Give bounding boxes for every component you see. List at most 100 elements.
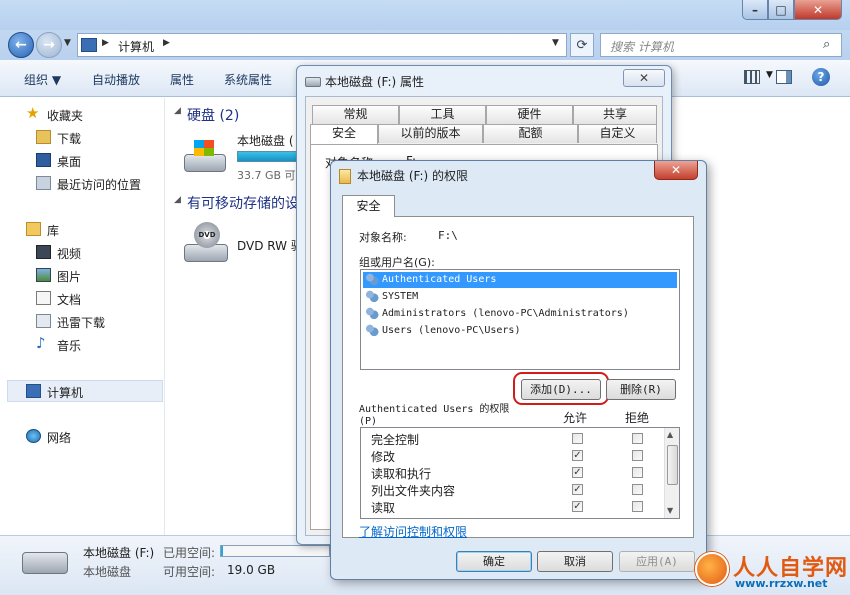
user-item-system[interactable]: SYSTEM <box>363 289 677 305</box>
watermark-logo <box>695 552 729 586</box>
allow-checkbox[interactable]: ✓ <box>572 484 583 495</box>
documents-icon <box>36 291 51 305</box>
drive-usage-bar <box>237 151 297 162</box>
system-properties-button[interactable]: 系统属性 <box>224 71 272 88</box>
drive-size: 33.7 GB 可 <box>237 169 296 182</box>
address-dropdown-icon[interactable]: ▼ <box>552 38 559 48</box>
deny-checkbox[interactable] <box>632 501 643 512</box>
tab-tools[interactable]: 工具 <box>399 105 486 124</box>
tab-security[interactable]: 安全 <box>310 124 378 145</box>
tab-hardware[interactable]: 硬件 <box>486 105 573 124</box>
allow-checkbox[interactable] <box>572 433 583 444</box>
user-group-icon <box>365 307 379 320</box>
allow-header: 允许 <box>563 411 588 425</box>
tab-previous-versions[interactable]: 以前的版本 <box>378 124 483 143</box>
sidebar-item-xunlei[interactable]: 迅雷下载 <box>0 311 163 333</box>
preview-pane-icon[interactable] <box>776 70 792 84</box>
sidebar-item-videos[interactable]: 视频 <box>0 242 163 264</box>
scrollbar[interactable]: ▲ ▼ <box>664 428 679 518</box>
deny-checkbox[interactable] <box>632 484 643 495</box>
user-name: Users (lenovo-PC\Users) <box>382 325 521 336</box>
change-view-icon[interactable] <box>744 70 760 84</box>
sidebar-item-libraries[interactable]: 库 <box>0 219 163 241</box>
permissions-for-label-line1: Authenticated Users 的权限 <box>359 404 510 415</box>
allow-checkbox[interactable]: ✓ <box>572 450 583 461</box>
sidebar-label: 桌面 <box>57 155 82 169</box>
sidebar-item-desktop[interactable]: 桌面 <box>0 150 163 172</box>
view-dropdown-icon[interactable]: ▼ <box>766 70 773 80</box>
allow-checkbox[interactable]: ✓ <box>572 467 583 478</box>
deny-checkbox[interactable] <box>632 467 643 478</box>
video-icon <box>36 245 51 259</box>
sidebar-item-favorites[interactable]: ★ 收藏夹 <box>0 104 163 126</box>
sidebar-item-recent[interactable]: 最近访问的位置 <box>0 173 163 195</box>
user-item-authenticated-users[interactable]: Authenticated Users <box>363 272 677 288</box>
help-icon[interactable]: ? <box>812 68 830 86</box>
permission-name: 读取和执行 <box>371 467 432 481</box>
properties-title-text: 本地磁盘 (F:) 属性 <box>325 75 425 89</box>
sidebar-item-documents[interactable]: 文档 <box>0 288 163 310</box>
user-item-administrators[interactable]: Administrators (lenovo-PC\Administrators… <box>363 306 677 322</box>
hard-drive-icon <box>305 76 321 87</box>
permissions-close-button[interactable]: ✕ <box>654 161 698 180</box>
breadcrumb-computer[interactable]: 计算机 <box>118 38 154 55</box>
allow-checkbox[interactable]: ✓ <box>572 501 583 512</box>
tab-quota[interactable]: 配额 <box>483 124 578 143</box>
cancel-button[interactable]: 取消 <box>537 551 613 572</box>
dvd-drive-name[interactable]: DVD RW 驱 <box>237 237 303 254</box>
ok-button[interactable]: 确定 <box>456 551 532 572</box>
deny-checkbox[interactable] <box>632 450 643 461</box>
forward-button[interactable]: → <box>36 32 62 58</box>
sidebar-item-pictures[interactable]: 图片 <box>0 265 163 287</box>
deny-header: 拒绝 <box>625 411 650 425</box>
watermark-url: www.rrzxw.net <box>735 577 828 590</box>
deny-checkbox[interactable] <box>632 433 643 444</box>
apply-button[interactable]: 应用(A) <box>619 551 695 572</box>
sidebar-label: 计算机 <box>47 386 84 400</box>
group-header-hdd[interactable]: 硬盘 (2) <box>187 105 239 125</box>
tab-security[interactable]: 安全 <box>342 195 395 217</box>
scroll-down-icon[interactable]: ▼ <box>667 506 673 515</box>
sidebar-item-downloads[interactable]: 下载 <box>0 127 163 149</box>
network-icon <box>26 429 41 443</box>
folder-icon <box>339 169 351 184</box>
maximize-button[interactable]: □ <box>768 0 794 20</box>
breadcrumb-arrow-icon[interactable]: ▶ <box>102 38 109 48</box>
organize-button[interactable]: 组织 ▼ <box>24 71 61 88</box>
refresh-button[interactable]: ⟳ <box>570 33 594 57</box>
close-button[interactable]: ✕ <box>794 0 842 20</box>
remove-button[interactable]: 删除(R) <box>606 379 676 400</box>
sidebar-item-network[interactable]: 网络 <box>0 426 163 448</box>
scroll-up-icon[interactable]: ▲ <box>667 430 673 439</box>
search-input[interactable]: 搜索 计算机 ⌕ <box>600 33 842 57</box>
address-bar[interactable]: ▶ 计算机 ▶ ▼ <box>77 33 567 57</box>
tab-general[interactable]: 常规 <box>312 105 399 124</box>
drive-name[interactable]: 本地磁盘 ( <box>237 132 294 149</box>
sidebar-item-music[interactable]: ♪ 音乐 <box>0 334 163 356</box>
status-used-label: 已用空间: <box>163 546 216 560</box>
tab-customize[interactable]: 自定义 <box>578 124 657 143</box>
sidebar-label: 收藏夹 <box>47 109 84 123</box>
properties-close-button[interactable]: ✕ <box>623 69 665 87</box>
learn-access-control-link[interactable]: 了解访问控制和权限 <box>359 523 467 540</box>
autoplay-button[interactable]: 自动播放 <box>92 71 140 88</box>
permission-row: 读取 ✓ <box>361 498 665 515</box>
sidebar-item-computer[interactable]: 计算机 <box>7 380 163 402</box>
minimize-button[interactable]: – <box>742 0 768 20</box>
collapse-icon[interactable]: ◢ <box>174 106 181 116</box>
breadcrumb-arrow-icon[interactable]: ▶ <box>163 38 170 48</box>
dvd-drive-icon[interactable]: DVD <box>184 222 228 264</box>
history-dropdown-icon[interactable]: ▼ <box>64 38 71 48</box>
group-header-removable[interactable]: 有可移动存储的设 <box>187 193 299 213</box>
back-button[interactable]: ← <box>8 32 34 58</box>
computer-icon <box>81 38 97 52</box>
add-button[interactable]: 添加(D)... <box>521 379 601 400</box>
search-icon[interactable]: ⌕ <box>823 37 830 52</box>
tab-sharing[interactable]: 共享 <box>573 105 657 124</box>
hard-drive-icon[interactable] <box>184 140 226 176</box>
user-item-users[interactable]: Users (lenovo-PC\Users) <box>363 323 677 339</box>
scroll-thumb[interactable] <box>667 445 678 485</box>
user-list[interactable]: Authenticated Users SYSTEM Administrator… <box>360 269 680 370</box>
collapse-icon[interactable]: ◢ <box>174 195 181 205</box>
properties-button[interactable]: 属性 <box>170 71 194 88</box>
